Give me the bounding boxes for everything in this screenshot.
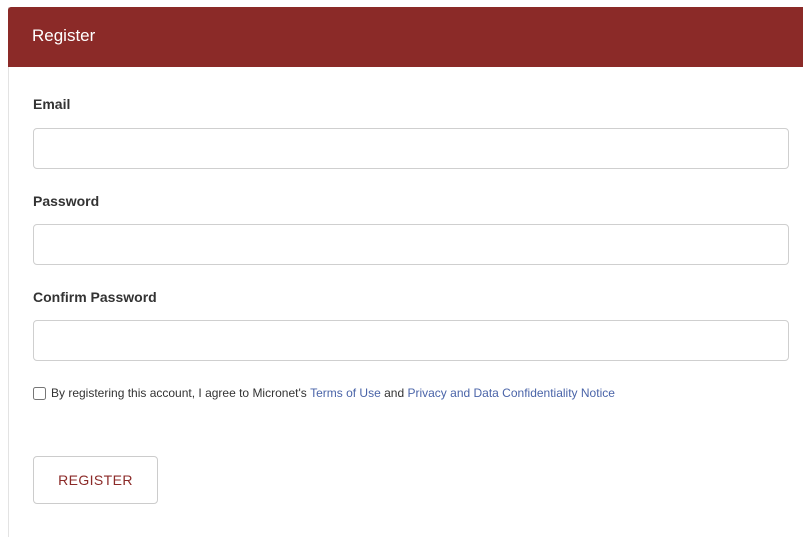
- confirm-password-label: Confirm Password: [33, 289, 157, 305]
- email-field[interactable]: [33, 128, 789, 169]
- agreement-checkbox[interactable]: [33, 386, 46, 400]
- agreement-text-middle: and: [380, 386, 408, 400]
- register-button[interactable]: REGISTER: [33, 456, 158, 504]
- agreement-text-before: By registering this account, I agree to …: [51, 386, 311, 400]
- terms-of-use-link[interactable]: Terms of Use: [310, 386, 381, 400]
- panel-header: Register: [8, 7, 803, 67]
- password-field[interactable]: [33, 224, 789, 265]
- password-label: Password: [33, 193, 100, 209]
- agreement-row: By registering this account, I agree to …: [33, 384, 615, 402]
- privacy-notice-link[interactable]: Privacy and Data Confidentiality Notice: [407, 386, 614, 400]
- register-panel: Register Email Password Confirm Password…: [8, 7, 803, 537]
- confirm-password-field[interactable]: [33, 320, 789, 361]
- panel-title: Register: [32, 26, 96, 45]
- email-label: Email: [33, 96, 71, 112]
